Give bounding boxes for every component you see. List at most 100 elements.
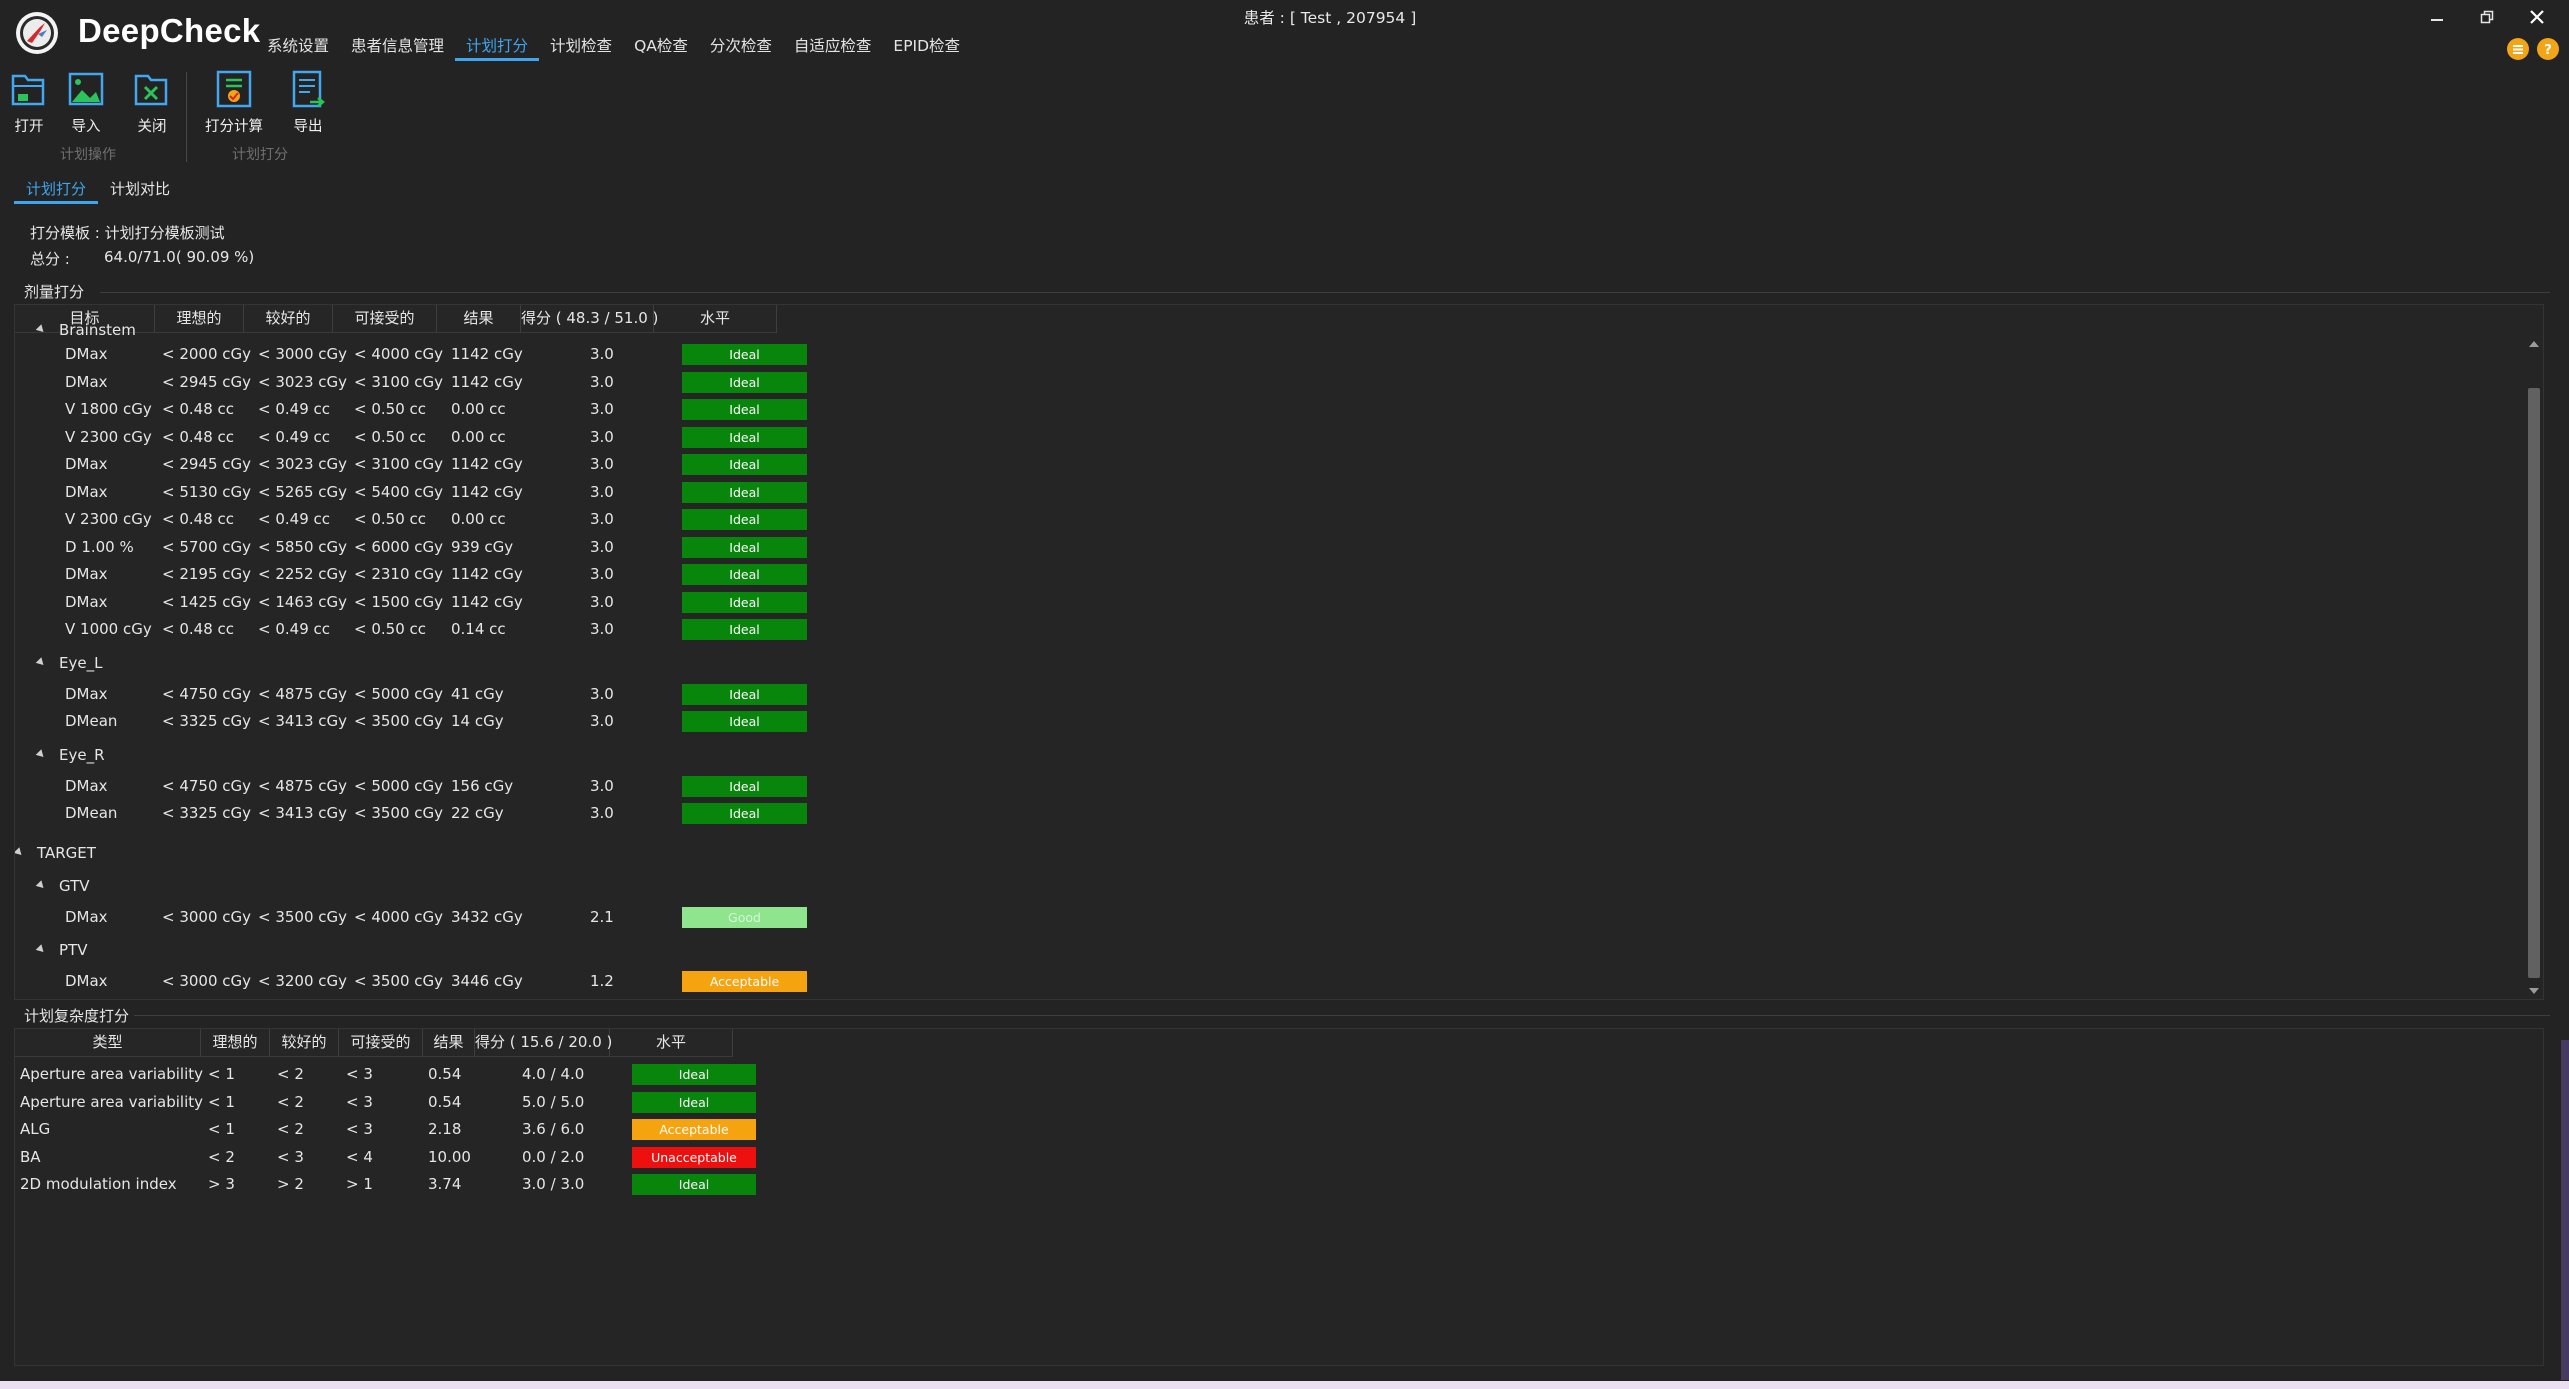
cell-result: 0.00 cc <box>451 427 506 446</box>
cell-ideal: < 2945 cGy <box>162 455 252 473</box>
collapse-triangle-icon[interactable] <box>15 846 25 858</box>
title-bar: DeepCheck 系统设置 患者信息管理 计划打分 计划检查 QA检查 分次检查 自适应检… <box>0 0 2569 66</box>
cell-ideal: < 3000 cGy <box>162 972 252 990</box>
restore-button[interactable] <box>2473 4 2501 30</box>
cell-score: 3.0 <box>590 684 614 703</box>
level-badge: Ideal <box>682 591 807 613</box>
ribbon-separator <box>186 72 187 162</box>
level-badge: Ideal <box>682 775 807 797</box>
dose-row: DMax < 4750 cGy < 4875 cGy < 5000 cGy 156 cG… <box>15 773 2515 799</box>
complexity-header-1[interactable]: 理想的 <box>201 1029 270 1057</box>
cell-target: DMax <box>65 592 108 611</box>
scroll-down-arrow-icon[interactable] <box>2527 985 2541 997</box>
dose-header-6[interactable]: 水平 <box>654 305 777 333</box>
close-plan-button[interactable]: 关闭 <box>124 68 180 136</box>
complexity-header-3[interactable]: 可接受的 <box>339 1029 423 1057</box>
cell-good: < 1463 cGy <box>258 592 348 611</box>
export-icon <box>292 70 326 108</box>
group-header-1[interactable]: Eye_L <box>35 654 102 672</box>
scroll-up-arrow-icon[interactable] <box>2527 338 2541 350</box>
cell-result: 22 cGy <box>451 804 504 822</box>
group-header-3[interactable]: TARGET <box>15 844 96 862</box>
menu-item-4[interactable]: QA检查 <box>623 35 699 61</box>
minimize-button[interactable] <box>2423 4 2451 30</box>
collapse-triangle-icon[interactable] <box>35 656 47 668</box>
help-icon[interactable]: ? <box>2537 38 2559 60</box>
group-header-0[interactable]: Brainstem <box>35 321 136 339</box>
cell-acceptable: < 6000 cGy <box>354 537 444 556</box>
complexity-section-rule <box>134 1015 2550 1016</box>
dose-header-5[interactable]: 得分 ( 48.3 / 51.0 ) <box>521 305 658 333</box>
complexity-header-6[interactable]: 水平 <box>610 1029 733 1057</box>
dose-header-3[interactable]: 可接受的 <box>333 305 437 333</box>
import-image-icon <box>68 72 104 106</box>
cell-good: < 3000 cGy <box>258 345 348 363</box>
close-window-button[interactable] <box>2523 4 2551 30</box>
cell-acceptable: < 3500 cGy <box>354 804 444 822</box>
dose-row: DMax < 2000 cGy < 3000 cGy < 4000 cGy 1142 c… <box>15 341 2515 367</box>
tab-1[interactable]: 计划对比 <box>98 178 182 204</box>
cell-target: DMax <box>65 482 108 501</box>
patient-label: 患者 : [ Test , 207954 ] <box>1243 9 1417 27</box>
complexity-row: Aperture area variability < 1 < 2 < 3 0.54 5.… <box>15 1089 2515 1115</box>
list-menu-icon[interactable] <box>2507 38 2529 60</box>
collapse-triangle-icon[interactable] <box>35 944 47 955</box>
menu-item-3[interactable]: 计划检查 <box>539 35 623 61</box>
import-button[interactable]: 导入 <box>58 68 114 136</box>
complexity-header-5[interactable]: 得分 ( 15.6 / 20.0 ) <box>475 1029 612 1057</box>
cell-acceptable: < 0.50 cc <box>354 400 426 418</box>
cell-good: > 2 <box>277 1175 304 1193</box>
collapse-triangle-icon[interactable] <box>35 748 47 760</box>
open-button[interactable]: 打开 <box>1 68 57 136</box>
dose-section-rule <box>100 292 2550 293</box>
cell-type: Aperture area variability <box>20 1065 203 1083</box>
menu-item-1[interactable]: 患者信息管理 <box>340 35 455 61</box>
dose-row: V 1800 cGy < 0.48 cc < 0.49 cc < 0.50 cc 0.0… <box>15 396 2515 422</box>
level-badge: Ideal <box>682 481 807 503</box>
menu-item-2[interactable]: 计划打分 <box>455 35 540 61</box>
menu-item-6[interactable]: 自适应检查 <box>783 35 883 61</box>
dose-header-4[interactable]: 结果 <box>437 305 521 333</box>
dose-row: DMax < 3000 cGy < 3200 cGy < 3500 cGy 3446 c… <box>15 968 2515 994</box>
close-label: 关闭 <box>137 119 167 135</box>
group-header-4[interactable]: GTV <box>35 876 90 895</box>
deepcheck-logo-icon <box>14 10 60 56</box>
dose-header-1[interactable]: 理想的 <box>155 305 244 333</box>
level-badge: Ideal <box>682 454 807 475</box>
dose-row: DMean < 3325 cGy < 3413 cGy < 3500 cGy 14 cG… <box>15 708 2515 734</box>
collapse-triangle-icon[interactable] <box>35 324 47 335</box>
collapse-triangle-icon[interactable] <box>35 879 47 891</box>
desktop-edge <box>2561 1040 2569 1380</box>
group-header-2[interactable]: Eye_R <box>35 746 105 764</box>
complexity-header-4[interactable]: 结果 <box>423 1029 475 1057</box>
cell-ideal: < 0.48 cc <box>162 427 234 446</box>
cell-good: < 3200 cGy <box>258 972 348 990</box>
cell-good: < 0.49 cc <box>258 427 330 446</box>
menu-item-0[interactable]: 系统设置 <box>256 35 340 61</box>
menu-item-7[interactable]: EPID检查 <box>882 35 971 61</box>
cell-ideal: < 1 <box>208 1092 235 1111</box>
sub-tabs: 计划打分 计划对比 <box>14 178 182 204</box>
group-label: GTV <box>59 876 90 895</box>
dose-header-2[interactable]: 较好的 <box>244 305 333 333</box>
svg-text:?: ? <box>2544 43 2552 56</box>
cell-result: 0.54 <box>428 1092 462 1111</box>
level-badge: Ideal <box>682 619 807 640</box>
level-badge: Acceptable <box>632 1119 756 1140</box>
menu-item-5[interactable]: 分次检查 <box>699 35 783 61</box>
export-button[interactable]: 导出 <box>280 68 336 136</box>
close-folder-icon <box>134 74 168 106</box>
cell-score: 4.0 / 4.0 <box>522 1065 585 1083</box>
scroll-thumb[interactable] <box>2528 388 2540 978</box>
tab-0[interactable]: 计划打分 <box>14 178 99 204</box>
total-value: 64.0/71.0( 90.09 %) <box>104 248 255 266</box>
complexity-header-2[interactable]: 较好的 <box>270 1029 339 1057</box>
main-menu: 系统设置 患者信息管理 计划打分 计划检查 QA检查 分次检查 自适应检查 EPID检查 <box>256 35 971 61</box>
complexity-header-0[interactable]: 类型 <box>15 1029 201 1057</box>
cell-acceptable: < 4000 cGy <box>354 345 444 363</box>
cell-result: 3446 cGy <box>451 972 523 990</box>
cell-acceptable: < 5400 cGy <box>354 482 444 501</box>
score-calc-button[interactable]: 打分计算 <box>205 68 263 136</box>
group-header-5[interactable]: PTV <box>35 941 87 959</box>
level-badge: Good <box>682 906 807 928</box>
